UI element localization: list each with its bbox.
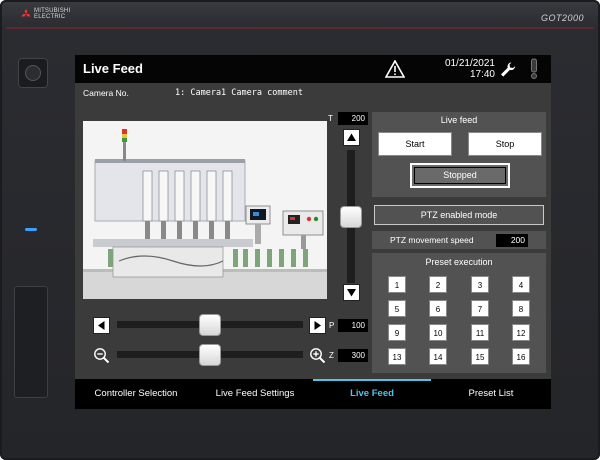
ptz-speed-input[interactable]: 200 <box>496 234 528 247</box>
time-text: 17:40 <box>469 69 495 80</box>
mitsubishi-logo-icon <box>21 9 31 17</box>
camera-feed-image <box>83 121 327 299</box>
hmi-screen: Live Feed 01/21/2021 17:40 Camera No. 1:… <box>75 55 551 409</box>
preset-button-16[interactable]: 16 <box>512 348 530 365</box>
ptz-mode-indicator[interactable]: PTZ enabled mode <box>374 205 544 225</box>
zoom-in-icon[interactable] <box>309 347 326 364</box>
machinery-scene <box>83 121 327 299</box>
pan-slider-thumb[interactable] <box>199 314 221 336</box>
feed-status-text: Stopped <box>414 167 506 184</box>
preset-button-14[interactable]: 14 <box>429 348 447 365</box>
power-led <box>25 228 37 231</box>
feed-status-frame: Stopped <box>410 163 510 188</box>
nav-tab-controller-selection[interactable]: Controller Selection <box>75 379 197 409</box>
preset-button-1[interactable]: 1 <box>388 276 406 293</box>
preset-panel: Preset execution 1 2 3 4 5 6 7 8 9 10 11… <box>372 253 546 373</box>
preset-button-8[interactable]: 8 <box>512 300 530 317</box>
preset-button-5[interactable]: 5 <box>388 300 406 317</box>
screen-header: Live Feed 01/21/2021 17:40 <box>75 55 551 83</box>
live-feed-panel: Live feed Start Stop Stopped <box>372 112 546 197</box>
preset-button-6[interactable]: 6 <box>429 300 447 317</box>
live-feed-heading: Live feed <box>440 115 478 125</box>
arrow-right-icon <box>314 321 321 330</box>
page-title: Live Feed <box>83 61 143 76</box>
wrench-icon[interactable] <box>499 61 517 77</box>
pan-label: P <box>329 321 335 330</box>
preset-button-9[interactable]: 9 <box>388 324 406 341</box>
zoom-label: Z <box>329 351 334 360</box>
zoom-slider-thumb[interactable] <box>199 344 221 366</box>
brand-name: MITSUBISHI ELECTRIC <box>34 8 71 20</box>
nav-tab-live-feed-settings[interactable]: Live Feed Settings <box>197 379 313 409</box>
pan-value: 100 <box>338 319 368 332</box>
hmi-device-bezel: MITSUBISHI ELECTRIC GOT2000 Live Feed 01… <box>0 0 600 460</box>
tilt-up-button[interactable] <box>343 129 360 146</box>
date-text: 01/21/2021 <box>444 58 495 69</box>
ptz-speed-row: PTZ movement speed 200 <box>372 231 546 249</box>
bottom-nav: Controller Selection Live Feed Settings … <box>75 379 551 409</box>
usb-port-cover <box>14 286 48 398</box>
model-name: GOT2000 <box>540 13 584 23</box>
preset-heading: Preset execution <box>425 257 493 267</box>
nav-tab-preset-list[interactable]: Preset List <box>431 379 551 409</box>
preset-button-11[interactable]: 11 <box>471 324 489 341</box>
tilt-slider-thumb[interactable] <box>340 205 362 228</box>
preset-button-4[interactable]: 4 <box>512 276 530 293</box>
zoom-value: 300 <box>338 349 368 362</box>
nav-tab-live-feed[interactable]: Live Feed <box>313 379 431 409</box>
preset-button-15[interactable]: 15 <box>471 348 489 365</box>
arrow-left-icon <box>98 321 105 330</box>
preset-button-3[interactable]: 3 <box>471 276 489 293</box>
camera-selector[interactable]: Camera No. 1: Camera1 Camera comment <box>75 83 551 103</box>
ptz-speed-label: PTZ movement speed <box>390 235 474 245</box>
start-button[interactable]: Start <box>378 132 452 156</box>
tilt-down-button[interactable] <box>343 284 360 301</box>
camera-number-value[interactable]: 1: Camera1 Camera comment <box>175 88 303 98</box>
preset-button-13[interactable]: 13 <box>388 348 406 365</box>
preset-button-7[interactable]: 7 <box>471 300 489 317</box>
preset-button-10[interactable]: 10 <box>429 324 447 341</box>
brand-logo: MITSUBISHI ELECTRIC <box>20 7 80 21</box>
arrow-up-icon <box>347 133 356 141</box>
camera-number-label: Camera No. <box>83 88 129 98</box>
zoom-out-icon[interactable] <box>93 347 110 364</box>
pan-right-button[interactable] <box>309 317 326 334</box>
camera-lens-icon <box>18 58 48 88</box>
stop-button[interactable]: Stop <box>468 132 542 156</box>
tilt-value: 200 <box>338 112 368 125</box>
pan-left-button[interactable] <box>93 317 110 334</box>
tilt-label: T <box>328 114 333 123</box>
exclamation-icon[interactable] <box>527 58 541 80</box>
preset-button-2[interactable]: 2 <box>429 276 447 293</box>
bezel-top-strip <box>6 27 594 29</box>
preset-button-12[interactable]: 12 <box>512 324 530 341</box>
date-time: 01/21/2021 17:40 <box>425 58 495 80</box>
warning-icon[interactable] <box>385 60 405 78</box>
arrow-down-icon <box>347 289 356 297</box>
